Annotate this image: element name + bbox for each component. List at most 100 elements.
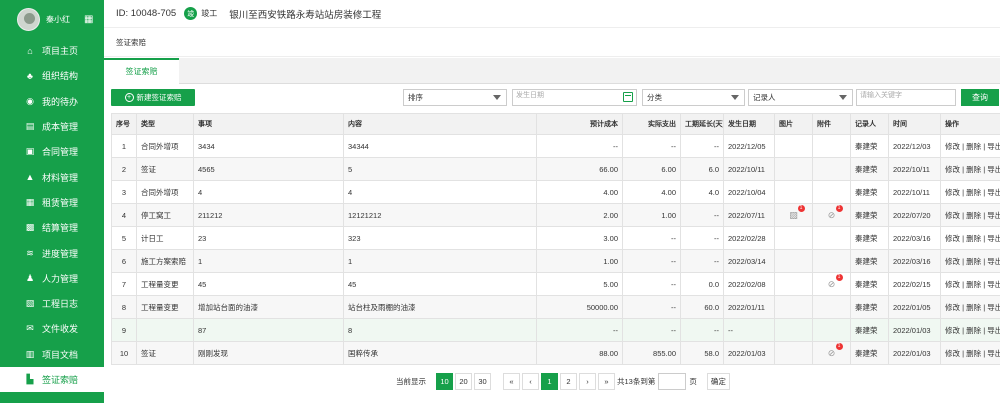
row-actions[interactable]: 修改 | 删除 | 导出	[945, 303, 1000, 312]
cell-att[interactable]	[812, 318, 851, 342]
page-size-20[interactable]: 20	[455, 372, 472, 390]
cell-img[interactable]	[774, 318, 813, 342]
search-button[interactable]: 查询	[961, 89, 999, 106]
avatar[interactable]	[17, 7, 40, 31]
next-page-button[interactable]: ›	[579, 372, 596, 390]
cell-est: --	[536, 318, 623, 342]
cell-img[interactable]	[774, 272, 813, 296]
table-row[interactable]: 5 计日工 23 323 3.00 -- -- 2022/02/28 秦建荣 2022/03/16…	[111, 226, 1000, 250]
tab-visa-claims[interactable]: 签证索赔	[104, 58, 179, 84]
sidebar-item-3[interactable]: ◉ 我的待办	[0, 89, 104, 114]
page-size-10[interactable]: 10	[436, 372, 453, 390]
table-row[interactable]: 4 停工窝工 211212 12121212 2.00 1.00 -- 2022/07/11 ▨…	[111, 203, 1000, 227]
cell-att[interactable]	[812, 157, 851, 181]
cell-att[interactable]	[812, 134, 851, 158]
table-row[interactable]: 3 合同外增项 4 4 4.00 4.00 4.0 2022/10/04 秦建荣 2022/10/…	[111, 180, 1000, 204]
sidebar-item-4[interactable]: ▤ 成本管理	[0, 114, 104, 139]
cell-no: 1	[111, 134, 137, 158]
row-actions[interactable]: 修改 | 删除 | 导出	[945, 257, 1000, 266]
last-page-button[interactable]: »	[598, 372, 615, 390]
cell-content: 45	[343, 272, 537, 296]
sidebar-item-label: 租赁管理	[42, 197, 79, 208]
table-row[interactable]: 8 工程量变更 增加站台面的油漆 站台柱及雨棚的油漆 50000.00 -- 60.0 202…	[111, 295, 1000, 319]
sidebar-item-8[interactable]: ▩ 结算管理	[0, 215, 104, 240]
table-row[interactable]: 6 施工方案索赔 1 1 1.00 -- -- 2022/03/14 秦建荣 2022/03/16…	[111, 249, 1000, 273]
cell-time: 2022/12/03	[888, 134, 941, 158]
sidebar-item-2[interactable]: ♣ 组织结构	[0, 63, 104, 88]
row-actions[interactable]: 修改 | 删除 | 导出	[945, 280, 1000, 289]
keyword-input[interactable]: 请输入关键字	[856, 89, 956, 106]
cell-img[interactable]	[774, 157, 813, 181]
cell-img[interactable]	[774, 134, 813, 158]
row-actions[interactable]: 修改 | 删除 | 导出	[945, 349, 1000, 358]
attachment-icon[interactable]: ⊘ 1	[827, 274, 843, 289]
cell-img[interactable]	[774, 249, 813, 273]
prev-page-button[interactable]: ‹	[522, 372, 539, 390]
table-row[interactable]: 10 签证 刚刚发现 国粹传承 88.00 855.00 58.0 2022/01/03 ⊘ 1 秦…	[111, 341, 1000, 365]
cell-ext: 4.0	[680, 180, 724, 204]
cell-att[interactable]	[812, 226, 851, 250]
cell-time: 2022/01/03	[888, 318, 941, 342]
sidebar-item-9[interactable]: ≋ 进度管理	[0, 240, 104, 265]
image-icon[interactable]: ▨ 1	[789, 205, 805, 220]
sidebar-item-12[interactable]: ✉ 文件收发	[0, 316, 104, 341]
row-actions[interactable]: 修改 | 删除 | 导出	[945, 165, 1000, 174]
menu-icon: ▥	[25, 348, 35, 359]
cell-att[interactable]	[812, 180, 851, 204]
cell-item: 87	[193, 318, 344, 342]
cell-att[interactable]: ⊘ 1	[812, 341, 851, 365]
cell-img[interactable]	[774, 180, 813, 204]
cell-att[interactable]: ⊘ 1	[812, 272, 851, 296]
sidebar-item-13[interactable]: ▥ 项目文档	[0, 342, 104, 367]
sidebar-item-6[interactable]: ▲ 材料管理	[0, 164, 104, 189]
cell-img[interactable]	[774, 295, 813, 319]
sidebar-item-label: 人力管理	[42, 273, 79, 284]
row-actions[interactable]: 修改 | 删除 | 导出	[945, 142, 1000, 151]
table-row[interactable]: 9 87 8 -- -- -- -- 秦建荣 2022/01/03 修改 | 删除 | 导出	[111, 318, 1000, 342]
qrcode-icon[interactable]: ▦	[84, 14, 93, 25]
pagination: 当前显示 10 20 30 «‹ 1 2 ›» 共13条 到第 页确定	[396, 372, 732, 390]
menu-icon: ▣	[25, 146, 35, 157]
sidebar-item-11[interactable]: ▧ 工程日志	[0, 291, 104, 316]
column-header: 实际支出	[622, 113, 681, 135]
sidebar-item-10[interactable]: ♟ 人力管理	[0, 266, 104, 291]
page-button-1[interactable]: 1	[541, 372, 558, 390]
first-page-button[interactable]: «	[503, 372, 520, 390]
cell-img[interactable]	[774, 226, 813, 250]
sidebar-item-1[interactable]: ⌂ 项目主页	[0, 38, 104, 63]
row-actions[interactable]: 修改 | 删除 | 导出	[945, 188, 1000, 197]
category-select[interactable]: 分类	[642, 89, 745, 106]
cell-rec: 秦建荣	[850, 318, 889, 342]
calendar-icon[interactable]	[623, 92, 633, 102]
sidebar-item-7[interactable]: ▦ 租赁管理	[0, 190, 104, 215]
table-row[interactable]: 2 签证 4565 5 66.00 6.00 6.0 2022/10/11 秦建荣 2022/10…	[111, 157, 1000, 181]
cell-content: 34344	[343, 134, 537, 158]
cell-type: 签证	[136, 157, 194, 181]
menu-icon: ≋	[26, 247, 34, 258]
cell-img[interactable]	[774, 341, 813, 365]
cell-att[interactable]	[812, 295, 851, 319]
attachment-icon[interactable]: ⊘ 1	[827, 343, 843, 358]
cell-ext: --	[680, 226, 724, 250]
cell-att[interactable]	[812, 249, 851, 273]
goto-page-input[interactable]	[658, 372, 687, 390]
recorder-select[interactable]: 记录人	[748, 89, 853, 106]
cell-img[interactable]: ▨ 1	[774, 203, 813, 227]
cell-att[interactable]: ⊘ 1	[812, 203, 851, 227]
table-row[interactable]: 7 工程量变更 45 45 5.00 -- 0.0 2022/02/08 ⊘ 1 秦建荣 2022/0…	[111, 272, 1000, 296]
attachment-icon[interactable]: ⊘ 1	[827, 205, 843, 220]
row-actions[interactable]: 修改 | 删除 | 导出	[945, 211, 1000, 220]
table-row[interactable]: 1 合同外增项 3434 34344 -- -- -- 2022/12/05 秦建荣 2022/1…	[111, 134, 1000, 158]
row-actions[interactable]: 修改 | 删除 | 导出	[945, 326, 1000, 335]
cell-rec: 秦建荣	[850, 134, 889, 158]
cell-no: 5	[111, 226, 137, 250]
page-button-2[interactable]: 2	[560, 372, 577, 390]
sidebar-item-5[interactable]: ▣ 合同管理	[0, 139, 104, 164]
goto-confirm-button[interactable]: 确定	[706, 372, 730, 390]
new-claim-button[interactable]: + 新建签证索赔	[111, 89, 195, 106]
date-input[interactable]: 发生日期	[512, 89, 637, 106]
sidebar-item-14[interactable]: ▙ 签证索赔	[0, 366, 104, 393]
sort-select[interactable]: 排序	[403, 89, 507, 106]
row-actions[interactable]: 修改 | 删除 | 导出	[945, 234, 1000, 243]
page-size-30[interactable]: 30	[474, 372, 491, 390]
